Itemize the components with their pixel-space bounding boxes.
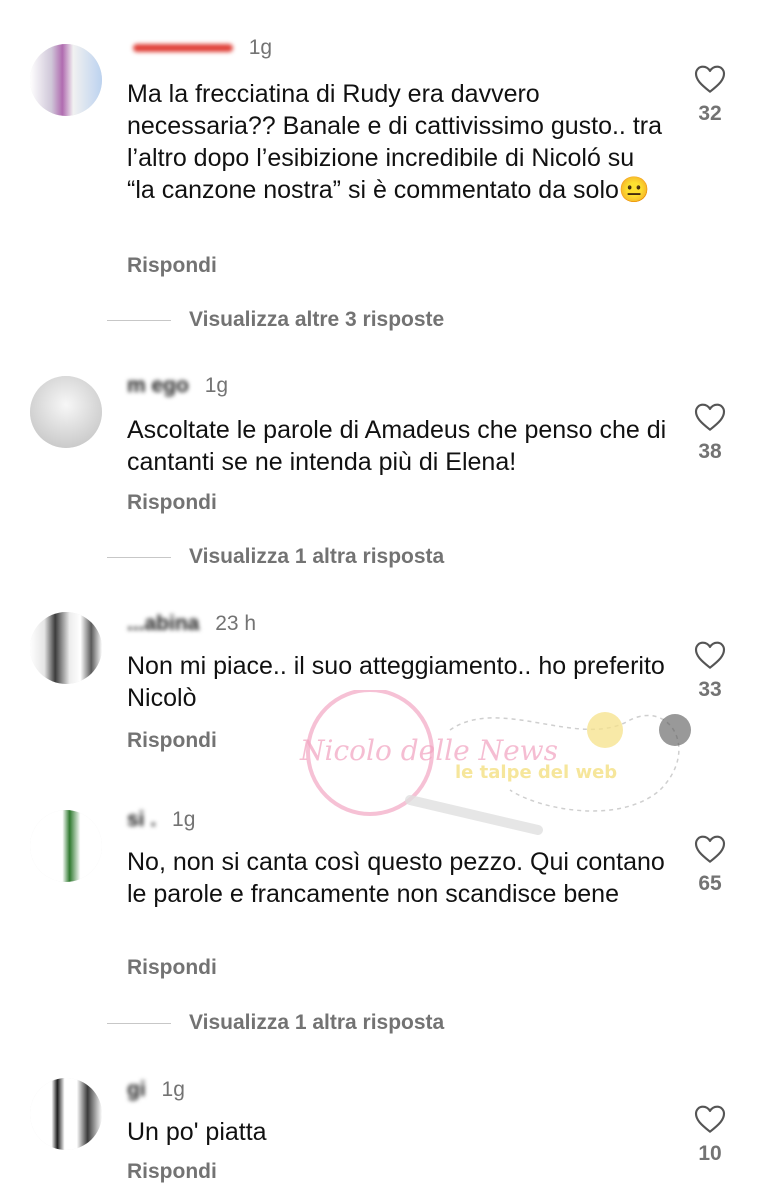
comment-text: No, non si canta così questo pezzo. Qui … xyxy=(127,848,665,908)
username[interactable]: si . xyxy=(127,808,156,832)
comment-meta: 1g xyxy=(127,36,272,60)
avatar[interactable] xyxy=(30,810,102,882)
comment-text: Un po' piatta xyxy=(127,1118,267,1146)
avatar[interactable] xyxy=(30,1078,102,1150)
username[interactable]: gi xyxy=(127,1078,146,1102)
like-count: 32 xyxy=(698,102,722,125)
reply-button[interactable]: Rispondi xyxy=(127,254,217,278)
watermark-brand-left: Nicolo delle News xyxy=(299,734,558,767)
view-replies-label[interactable]: Visualizza 1 altra risposta xyxy=(189,545,444,569)
watermark-brand-right: le talpe del web xyxy=(455,762,617,783)
comment-text: Non mi piace.. il suo atteggiamento.. ho… xyxy=(127,652,665,712)
timestamp: 23 h xyxy=(215,612,257,635)
timestamp: 1g xyxy=(161,1078,185,1101)
username[interactable]: m ego xyxy=(127,374,189,398)
comment-meta: m ego 1g xyxy=(127,374,228,398)
reply-button[interactable]: Rispondi xyxy=(127,729,217,753)
reply-button[interactable]: Rispondi xyxy=(127,1160,217,1184)
view-replies[interactable]: Visualizza altre 3 risposte xyxy=(107,308,444,332)
like-control: 38 xyxy=(690,402,730,464)
view-replies[interactable]: Visualizza 1 altra risposta xyxy=(107,1011,444,1035)
divider-line xyxy=(107,319,171,321)
heart-outline-icon[interactable] xyxy=(694,402,726,432)
reply-button[interactable]: Rispondi xyxy=(127,956,217,980)
heart-outline-icon[interactable] xyxy=(694,1104,726,1134)
like-control: 65 xyxy=(690,834,730,896)
avatar[interactable] xyxy=(30,376,102,448)
timestamp: 1g xyxy=(172,808,196,831)
comment-text: Ascoltate le parole di Amadeus che penso… xyxy=(127,416,667,476)
like-control: 33 xyxy=(690,640,730,702)
avatar[interactable] xyxy=(30,44,102,116)
avatar[interactable] xyxy=(30,612,102,684)
heart-outline-icon[interactable] xyxy=(694,640,726,670)
like-count: 10 xyxy=(698,1142,722,1165)
like-control: 32 xyxy=(690,64,730,126)
heart-outline-icon[interactable] xyxy=(694,64,726,94)
view-replies-label[interactable]: Visualizza altre 3 risposte xyxy=(189,308,444,332)
like-control: 10 xyxy=(690,1104,730,1166)
username[interactable]: ...abina xyxy=(127,612,199,636)
comment-meta: gi 1g xyxy=(127,1078,185,1102)
comment-text: Ma la frecciatina di Rudy era davvero ne… xyxy=(127,80,662,204)
view-replies[interactable]: Visualizza 1 altra risposta xyxy=(107,545,444,569)
like-count: 65 xyxy=(698,872,722,895)
divider-line xyxy=(107,556,171,558)
like-count: 38 xyxy=(698,440,722,463)
comment-meta: si . 1g xyxy=(127,808,195,832)
comment-meta: ...abina 23 h xyxy=(127,612,256,636)
reply-button[interactable]: Rispondi xyxy=(127,491,217,515)
like-count: 33 xyxy=(698,678,722,701)
divider-line xyxy=(107,1022,171,1024)
view-replies-label[interactable]: Visualizza 1 altra risposta xyxy=(189,1011,444,1035)
timestamp: 1g xyxy=(204,374,229,397)
heart-outline-icon[interactable] xyxy=(694,834,726,864)
timestamp: 1g xyxy=(248,36,273,59)
